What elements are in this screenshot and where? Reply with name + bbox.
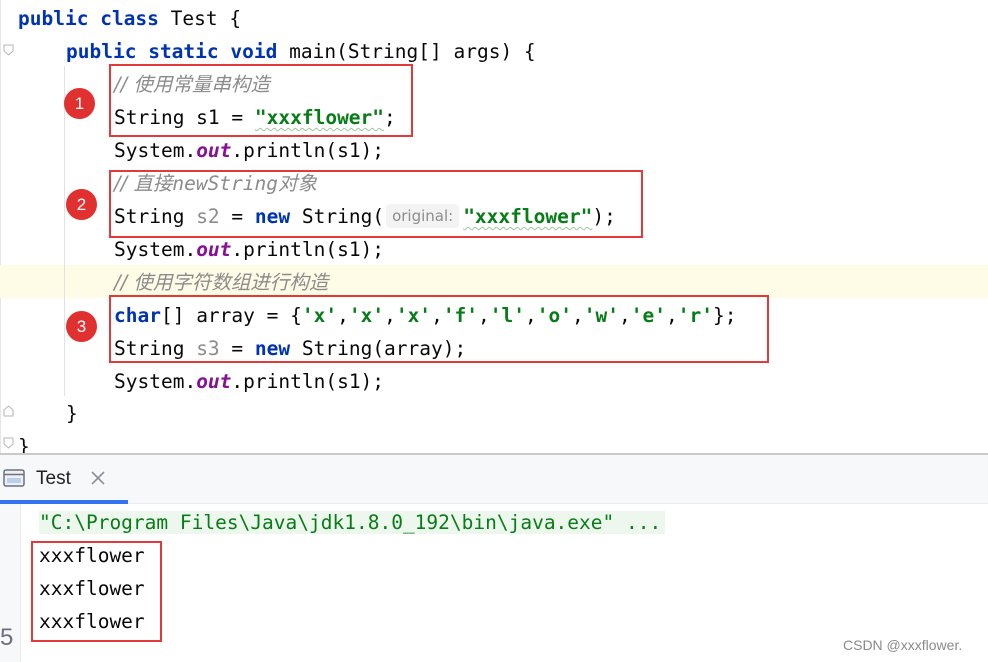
step-marker-3: 3 — [66, 311, 97, 342]
code-line-13: } — [66, 402, 78, 425]
side-toolbar-glyph: 5 — [0, 624, 14, 651]
run-tab-strip — [0, 455, 988, 504]
step-marker-2: 2 — [66, 189, 97, 220]
close-icon[interactable] — [88, 468, 108, 488]
code-line-1: public class Test { — [18, 7, 242, 30]
code-line-14: } — [18, 435, 30, 453]
run-config-icon — [2, 466, 26, 490]
watermark: CSDN @xxxflower. — [843, 637, 963, 653]
highlight-box-output — [31, 541, 162, 642]
code-line-5: System.out.println(s1); — [114, 139, 385, 162]
step-marker-1: 1 — [64, 88, 95, 119]
fold-open-icon[interactable] — [3, 437, 14, 449]
fold-close-icon[interactable] — [3, 405, 14, 417]
tab-label: Test — [36, 468, 71, 489]
code-line-12: System.out.println(s1); — [114, 370, 385, 393]
indent-guide — [64, 66, 65, 396]
code-editor[interactable]: public class Test { public static void m… — [0, 0, 988, 453]
fold-open-icon[interactable] — [3, 44, 14, 56]
highlight-box-1 — [109, 64, 413, 137]
highlight-box-2 — [109, 170, 643, 238]
editor-gutter — [0, 0, 1, 453]
console-command-line: "C:\Program Files\Java\jdk1.8.0_192\bin\… — [39, 506, 666, 539]
highlight-box-3 — [109, 295, 769, 363]
